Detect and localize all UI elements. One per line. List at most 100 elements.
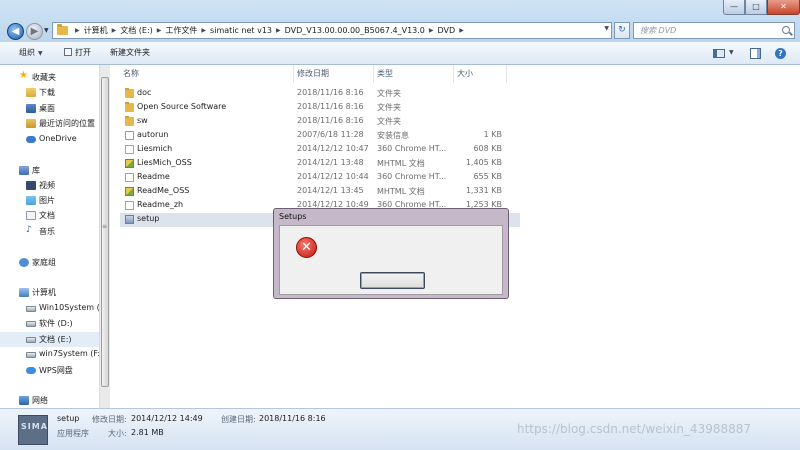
breadcrumb-item[interactable]: 文档 (E:) xyxy=(120,25,153,36)
sidebar-item-favorites[interactable]: ★ 收藏夹 xyxy=(0,70,99,85)
table-row[interactable]: Readme 2014/12/12 10:44 360 Chrome HT...… xyxy=(120,171,520,185)
chevron-right-icon[interactable]: ▶ xyxy=(157,27,162,34)
back-button[interactable]: ◀ xyxy=(7,23,24,40)
drive-icon xyxy=(26,337,36,343)
organize-button[interactable]: 组织 ▼ xyxy=(19,47,43,58)
picture-icon xyxy=(26,196,36,205)
file-name: doc xyxy=(137,88,152,97)
file-date: 2014/12/12 10:47 xyxy=(297,144,369,153)
address-dropdown-icon[interactable]: ▼ xyxy=(604,25,609,32)
maximize-button[interactable]: □ xyxy=(745,0,767,15)
dialog-body: ✕ xyxy=(279,225,503,295)
sidebar-scrollbar[interactable]: ≡ xyxy=(99,65,110,408)
refresh-button[interactable]: ↻ xyxy=(614,22,630,39)
details-created-value: 2018/11/16 8:16 xyxy=(259,414,326,423)
file-type: MHTML 文档 xyxy=(377,187,425,196)
organize-label: 组织 xyxy=(19,48,35,57)
sidebar-item-drive-e[interactable]: 文档 (E:) xyxy=(0,332,99,347)
close-button[interactable]: ✕ xyxy=(767,0,800,15)
sidebar-item-label: 文档 (E:) xyxy=(39,335,72,344)
chevron-right-icon[interactable]: ▶ xyxy=(276,27,281,34)
sidebar-item-videos[interactable]: 视频 xyxy=(0,178,99,193)
search-input[interactable]: 搜索 DVD xyxy=(633,22,795,39)
file-date: 2018/11/16 8:16 xyxy=(297,88,364,97)
table-row[interactable]: Liesmich 2014/12/12 10:47 360 Chrome HT.… xyxy=(120,143,520,157)
sidebar-item-documents[interactable]: 文档 xyxy=(0,208,99,223)
column-header-name[interactable]: 名称 xyxy=(123,68,139,79)
sidebar-item-network[interactable]: 网络 xyxy=(0,393,99,408)
change-view-icon[interactable] xyxy=(713,49,725,58)
chevron-right-icon[interactable]: ▶ xyxy=(429,27,434,34)
file-name: sw xyxy=(137,116,148,125)
help-icon[interactable]: ? xyxy=(775,48,786,59)
preview-pane-icon[interactable] xyxy=(750,48,761,59)
breadcrumb-item[interactable]: 工作文件 xyxy=(165,25,197,36)
dialog-ok-button[interactable] xyxy=(360,272,425,289)
file-date: 2007/6/18 11:28 xyxy=(297,130,364,139)
sidebar-item-label: 库 xyxy=(32,166,40,175)
sidebar-item-drive-d[interactable]: 软件 (D:) xyxy=(0,316,99,331)
table-row[interactable]: sw 2018/11/16 8:16 文件夹 xyxy=(120,115,520,129)
sidebar-item-computer[interactable]: 计算机 xyxy=(0,285,99,300)
sidebar-item-recent-places[interactable]: 最近访问的位置 xyxy=(0,116,99,131)
sidebar-item-onedrive[interactable]: OneDrive xyxy=(0,132,99,147)
breadcrumb-item[interactable]: DVD_V13.00.00.00_B5067.4_V13.0 xyxy=(285,26,425,35)
open-button[interactable]: 打开 xyxy=(64,47,91,58)
column-divider[interactable] xyxy=(453,65,454,83)
chevron-right-icon[interactable]: ▶ xyxy=(459,27,464,34)
sidebar-item-music[interactable]: ♪ 音乐 xyxy=(0,224,99,239)
folder-icon xyxy=(125,88,134,98)
table-row[interactable]: LiesMich_OSS 2014/12/1 13:48 MHTML 文档 1,… xyxy=(120,157,520,171)
table-row[interactable]: doc 2018/11/16 8:16 文件夹 xyxy=(120,87,520,101)
chevron-right-icon[interactable]: ▶ xyxy=(201,27,206,34)
desktop-icon xyxy=(26,104,36,113)
new-folder-button[interactable]: 新建文件夹 xyxy=(110,47,150,58)
file-date: 2014/12/1 13:45 xyxy=(297,186,364,195)
breadcrumb[interactable]: ▶ 计算机 ▶ 文档 (E:) ▶ 工作文件 ▶ simatic net v13… xyxy=(52,22,612,39)
chevron-down-icon[interactable]: ▼ xyxy=(729,49,734,56)
sidebar-item-homegroup[interactable]: 家庭组 xyxy=(0,255,99,270)
sidebar-item-drive-c[interactable]: Win10System (C: xyxy=(0,301,99,316)
search-icon xyxy=(782,26,790,34)
chevron-right-icon[interactable]: ▶ xyxy=(112,27,117,34)
wps-cloud-icon xyxy=(26,367,36,374)
file-name: setup xyxy=(137,214,160,223)
file-date: 2018/11/16 8:16 xyxy=(297,102,364,111)
table-row[interactable]: ReadMe_OSS 2014/12/1 13:45 MHTML 文档 1,33… xyxy=(120,185,520,199)
details-modified-value: 2014/12/12 14:49 xyxy=(131,414,203,423)
details-size-value: 2.81 MB xyxy=(131,428,164,437)
column-divider[interactable] xyxy=(506,65,507,83)
column-header-date[interactable]: 修改日期 xyxy=(297,68,329,79)
watermark-text: https://blog.csdn.net/weixin_43988887 xyxy=(517,422,752,436)
open-app-icon xyxy=(64,48,72,56)
address-bar-region: — □ ✕ ◀ ▶ ▼ ▶ 计算机 ▶ 文档 (E:) ▶ 工作文件 ▶ sim… xyxy=(0,0,800,42)
error-icon: ✕ xyxy=(296,237,317,258)
scrollbar-thumb[interactable] xyxy=(101,77,109,387)
column-header-size[interactable]: 大小 xyxy=(457,68,473,79)
sidebar-item-label: 音乐 xyxy=(39,227,55,236)
breadcrumb-item[interactable]: simatic net v13 xyxy=(210,26,272,35)
sidebar-item-label: 网络 xyxy=(32,396,48,405)
minimize-button[interactable]: — xyxy=(723,0,745,15)
sidebar-item-libraries[interactable]: 库 xyxy=(0,163,99,178)
chevron-right-icon[interactable]: ▶ xyxy=(75,27,80,34)
sidebar-item-label: OneDrive xyxy=(39,134,77,143)
sidebar-item-pictures[interactable]: 图片 xyxy=(0,193,99,208)
file-type: 文件夹 xyxy=(377,117,401,126)
breadcrumb-item[interactable]: 计算机 xyxy=(84,25,108,36)
sidebar-item-wps-cloud[interactable]: WPS网盘 xyxy=(0,363,99,378)
forward-button[interactable]: ▶ xyxy=(26,23,43,40)
sidebar-item-drive-f[interactable]: win7System (F:) xyxy=(0,347,99,362)
sidebar-item-downloads[interactable]: 下载 xyxy=(0,85,99,100)
table-row[interactable]: Open Source Software 2018/11/16 8:16 文件夹 xyxy=(120,101,520,115)
table-row[interactable]: autorun 2007/6/18 11:28 安装信息 1 KB xyxy=(120,129,520,143)
recent-pages-chevron-icon[interactable]: ▼ xyxy=(44,27,52,35)
cloud-icon xyxy=(26,136,36,143)
document-icon xyxy=(125,145,134,154)
file-name: Readme xyxy=(137,172,170,181)
column-header-type[interactable]: 类型 xyxy=(377,68,393,79)
column-divider[interactable] xyxy=(293,65,294,83)
breadcrumb-item[interactable]: DVD xyxy=(438,26,456,35)
sidebar-item-desktop[interactable]: 桌面 xyxy=(0,101,99,116)
column-divider[interactable] xyxy=(373,65,374,83)
